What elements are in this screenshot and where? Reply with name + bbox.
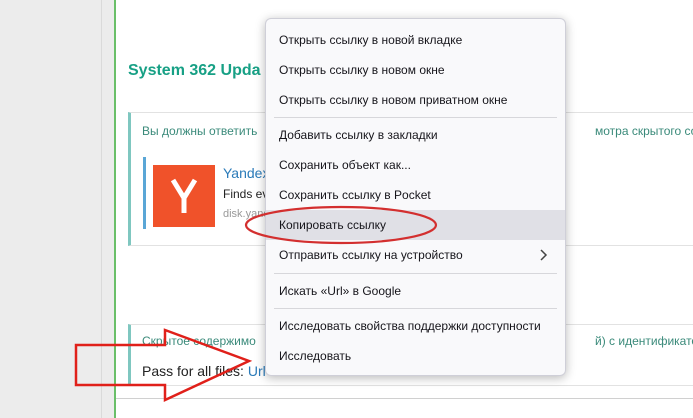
reply-notice-right: мотра скрытого содер <box>595 124 693 138</box>
reply-notice-text: Вы должны ответить мотра скрытого содер <box>142 124 693 138</box>
post-title: System 362 Upda <box>128 62 261 79</box>
menu-item-save-object[interactable]: Сохранить объект как... <box>266 150 565 180</box>
reply-notice-left: Вы должны ответить <box>142 124 258 138</box>
annotation-arrow-icon <box>74 328 253 402</box>
menu-item-search-google[interactable]: Искать «Url» в Google <box>266 276 565 306</box>
menu-separator <box>274 273 557 274</box>
chevron-right-icon <box>540 249 548 261</box>
menu-item-inspect-accessibility[interactable]: Исследовать свойства поддержки доступнос… <box>266 311 565 341</box>
context-menu: Открыть ссылку в новой вкладке Открыть с… <box>265 18 566 376</box>
menu-item-bookmark-link[interactable]: Добавить ссылку в закладки <box>266 120 565 150</box>
menu-separator <box>274 117 557 118</box>
menu-item-inspect[interactable]: Исследовать <box>266 341 565 371</box>
menu-separator <box>274 308 557 309</box>
hidden-content-right: й) с идентификатором <box>595 334 693 348</box>
yandex-logo-icon <box>153 165 215 227</box>
embed-title[interactable]: Yandex <box>223 165 269 181</box>
menu-item-open-new-window[interactable]: Открыть ссылку в новом окне <box>266 55 565 85</box>
menu-item-open-private-window[interactable]: Открыть ссылку в новом приватном окне <box>266 85 565 115</box>
menu-item-open-new-tab[interactable]: Открыть ссылку в новой вкладке <box>266 25 565 55</box>
annotation-ellipse-icon <box>244 205 438 245</box>
menu-item-send-to-device-label: Отправить ссылку на устройство <box>279 248 463 262</box>
